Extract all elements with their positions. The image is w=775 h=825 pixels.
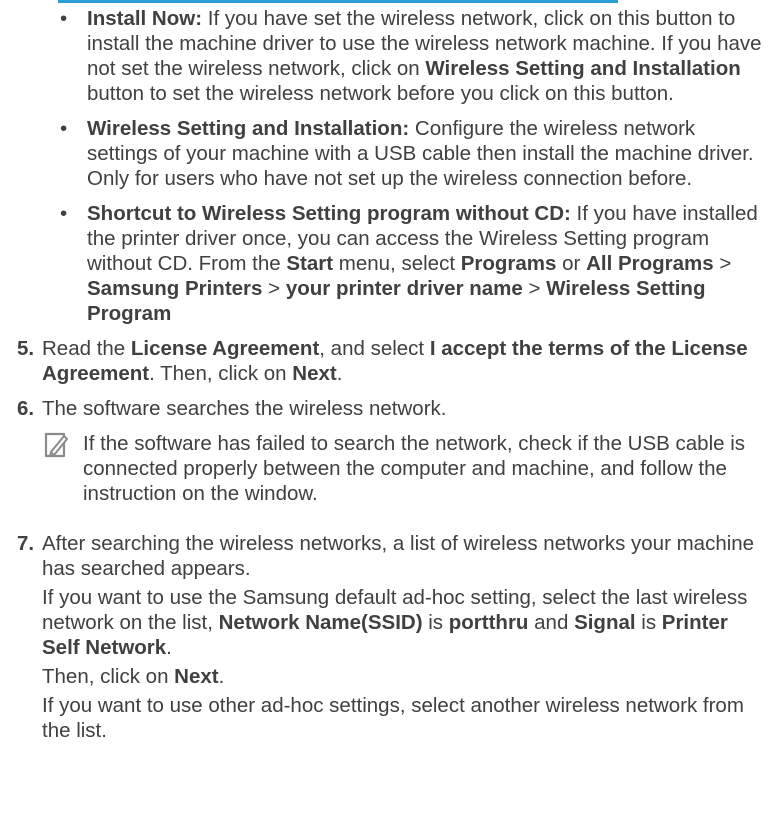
note-box: If the software has failed to search the… — [42, 431, 769, 506]
bullet-text: or — [556, 252, 587, 275]
note-text: If the software has failed to search the… — [83, 432, 746, 505]
step-paragraph: Then, click on Next. — [42, 664, 769, 689]
bullet-marker: • — [60, 7, 68, 30]
step-7: 7. After searching the wireless networks… — [0, 531, 775, 743]
step-bold-term: Signal — [574, 611, 636, 634]
step-bold-term: Network Name(SSID) — [218, 611, 423, 634]
bullet-bold-term: All Programs — [586, 252, 714, 275]
note-pencil-icon — [42, 431, 70, 459]
step-text: If you want to use other ad-hoc settings… — [42, 694, 744, 742]
step-text: and — [528, 611, 575, 634]
step-bold-term: License Agreement — [130, 337, 320, 360]
step-paragraph: If you want to use the Samsung default a… — [42, 585, 769, 660]
bullet-title: Shortcut to Wireless Setting program wit… — [87, 202, 571, 225]
bullet-title: Wireless Setting and Installation: — [87, 117, 410, 140]
step-text: . — [218, 665, 225, 688]
step-text: . Then, click on — [149, 362, 293, 385]
step-number: 6. — [17, 397, 35, 420]
step-text: . — [166, 636, 172, 659]
step-text: is — [635, 611, 662, 634]
bullet-bold-term: your printer driver name — [285, 277, 523, 300]
step-text: , and select — [319, 337, 430, 360]
bullet-marker: • — [60, 202, 68, 225]
bullet-bold-term: Start — [286, 252, 334, 275]
step-bold-term: Next — [292, 362, 337, 385]
bullet-bold-term: Programs — [460, 252, 557, 275]
bullet-text: > — [262, 277, 286, 300]
bullet-bold-term: Samsung Printers — [87, 277, 263, 300]
step-text: . — [336, 362, 343, 385]
step-text: Read the — [42, 337, 131, 360]
step-text: is — [422, 611, 449, 634]
bullet-title: Install Now: — [87, 7, 203, 30]
bullet-shortcut: • Shortcut to Wireless Setting program w… — [0, 201, 775, 326]
step-6: 6. The software searches the wireless ne… — [0, 396, 775, 506]
step-number: 5. — [17, 337, 35, 360]
step-text: After searching the wireless networks, a… — [42, 532, 755, 580]
bullet-bold-term: Wireless Setting and Installation — [425, 57, 741, 80]
step-text: The software searches the wireless netwo… — [42, 397, 447, 420]
bullet-text: button to set the wireless network befor… — [87, 82, 674, 105]
bullet-text: menu, select — [333, 252, 461, 275]
step-5: 5. Read the License Agreement, and selec… — [0, 336, 775, 386]
bullet-text: > — [713, 252, 732, 275]
bullet-marker: • — [60, 117, 68, 140]
document-page: • Install Now: If you have set the wirel… — [0, 6, 775, 753]
top-rule — [58, 0, 618, 3]
bullet-install-now: • Install Now: If you have set the wirel… — [0, 6, 775, 106]
bullet-wireless-setting: • Wireless Setting and Installation: Con… — [0, 116, 775, 191]
step-number: 7. — [17, 532, 35, 555]
option-bullet-list: • Install Now: If you have set the wirel… — [0, 6, 775, 326]
bullet-text: > — [522, 277, 547, 300]
step-bold-term: portthru — [448, 611, 529, 634]
step-bold-term: Next — [174, 665, 219, 688]
step-text: Then, click on — [42, 665, 175, 688]
step-list: 5. Read the License Agreement, and selec… — [0, 336, 775, 743]
